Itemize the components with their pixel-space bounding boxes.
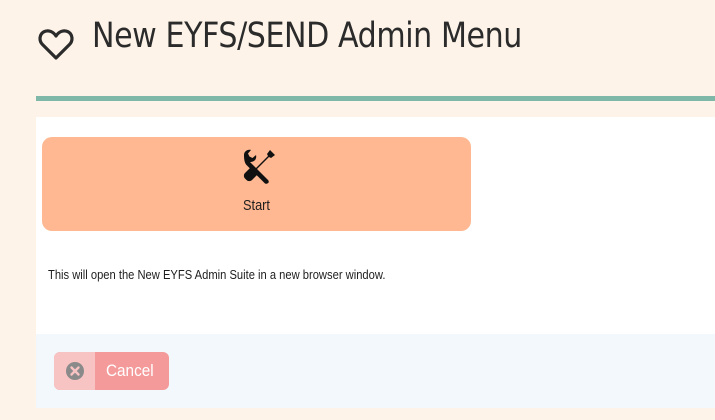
page-title: New EYFS/SEND Admin Menu — [92, 16, 522, 56]
start-label: Start — [243, 197, 270, 214]
description-text: This will open the New EYFS Admin Suite … — [48, 267, 386, 282]
header-divider — [36, 96, 715, 101]
cancel-label: Cancel — [106, 361, 154, 380]
close-circle-icon — [66, 362, 84, 380]
heart-outline-icon — [38, 29, 74, 60]
cancel-icon-area — [54, 352, 95, 390]
menu-panel: Start This will open the New EYFS Admin … — [36, 117, 715, 334]
dialog-footer: Cancel — [36, 334, 715, 408]
cancel-button[interactable]: Cancel — [54, 352, 169, 390]
page-header: New EYFS/SEND Admin Menu — [0, 0, 715, 98]
tools-icon — [243, 149, 275, 184]
page-bottom — [0, 408, 715, 420]
start-button[interactable]: Start — [42, 137, 471, 231]
